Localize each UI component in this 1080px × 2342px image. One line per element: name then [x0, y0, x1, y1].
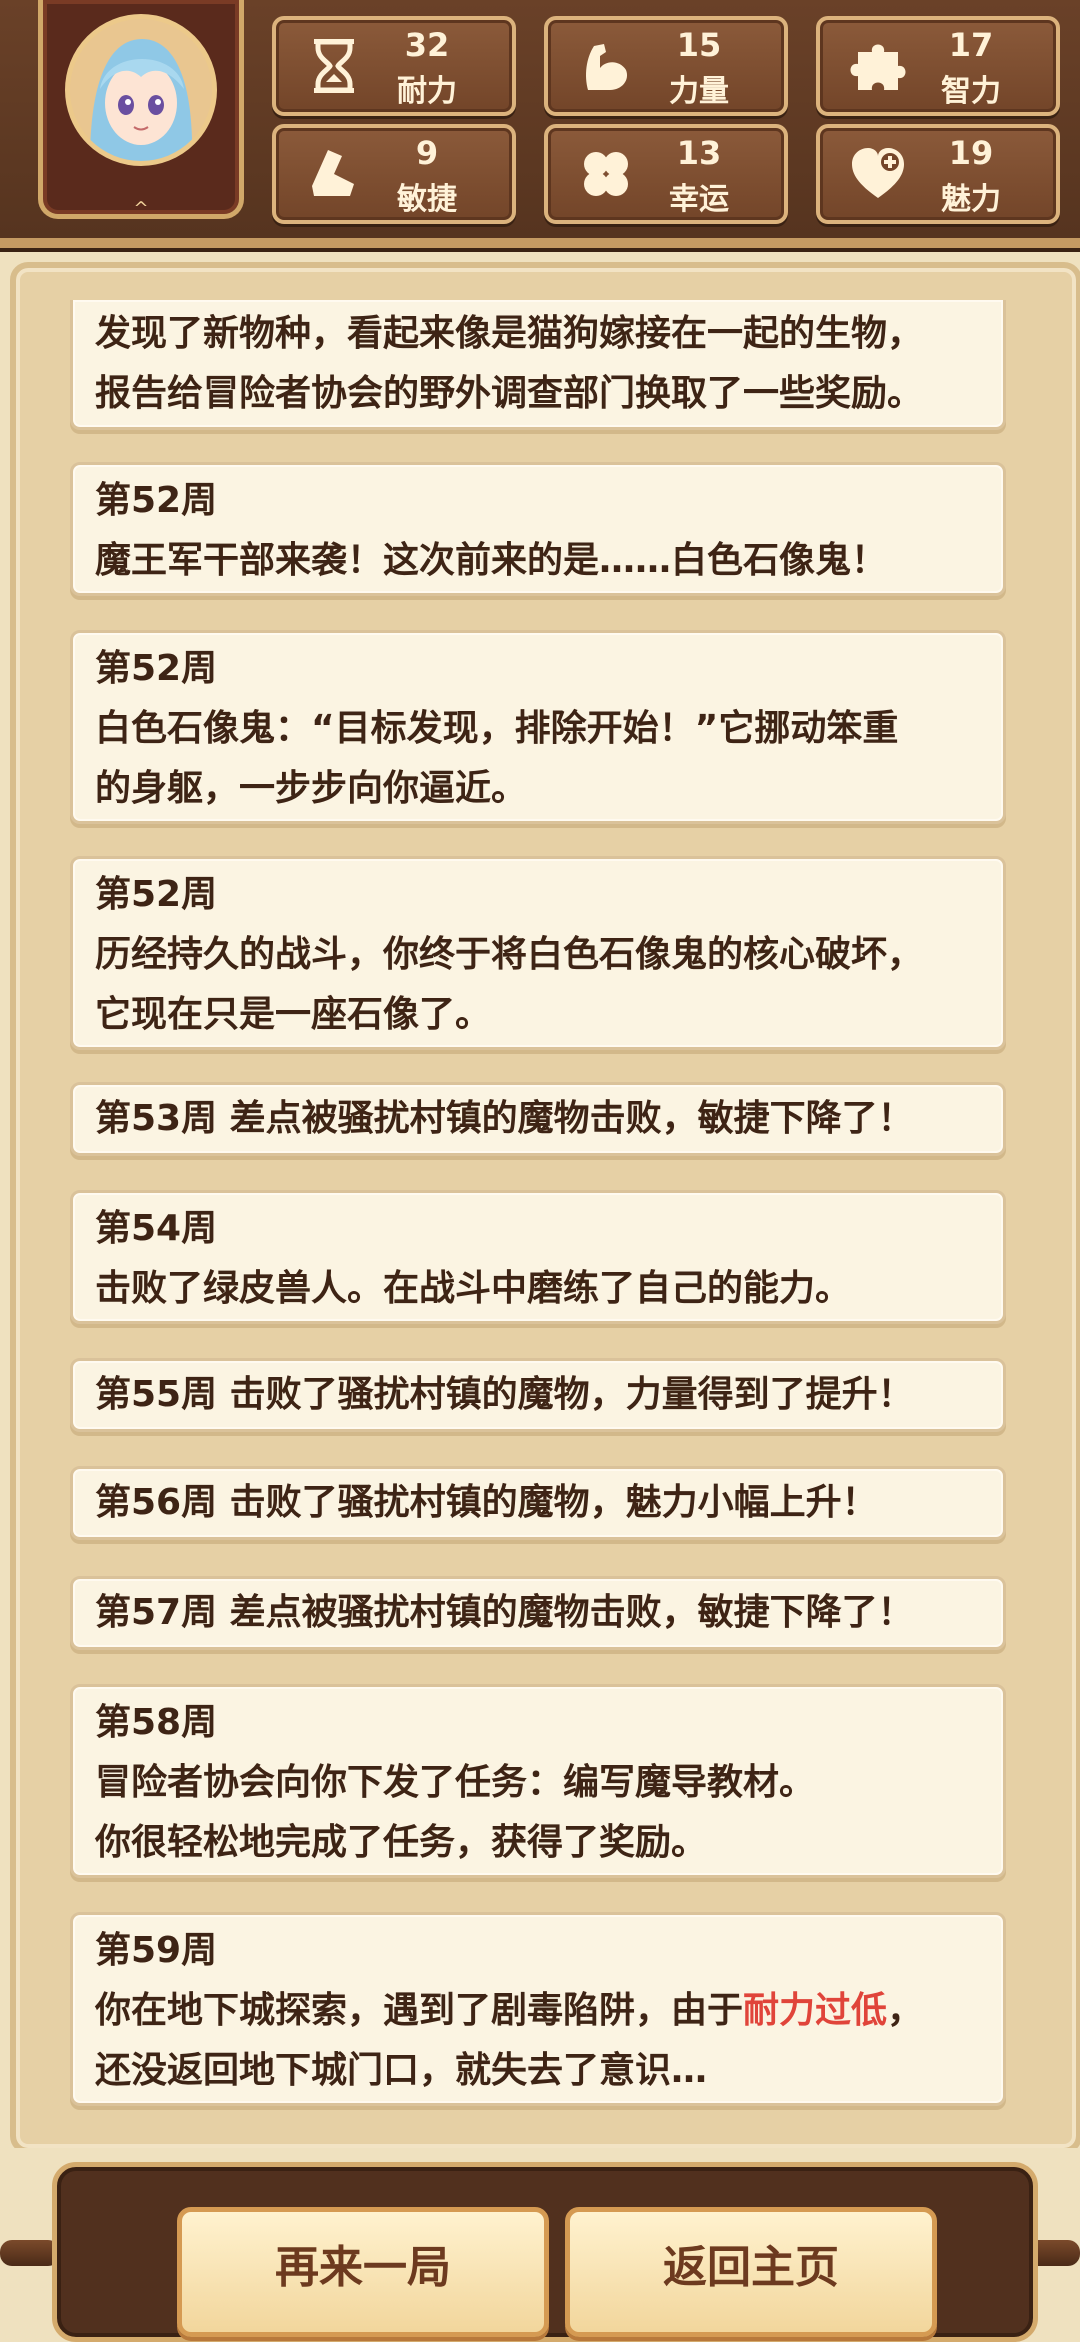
log-text: 还没返回地下城门口，就失去了意识…	[95, 2050, 708, 2091]
log-entry: 第52周 白色石像鬼：“目标发现，排除开始！”它挪动笨重 的身躯，一步步向你逼近…	[70, 630, 1006, 824]
log-text-part: 你在地下城探索，遇到了剧毒陷阱，由于	[95, 1990, 744, 2031]
log-text: 第57周 差点被骚扰村镇的魔物击败，敏捷下降了！	[95, 1592, 914, 1633]
log-text: 第55周 击败了骚扰村镇的魔物，力量得到了提升！	[95, 1374, 914, 1415]
log-text: 第53周 差点被骚扰村镇的魔物击败，敏捷下降了！	[95, 1098, 914, 1139]
log-week: 第52周	[95, 874, 218, 915]
scroll-rod-left	[0, 2240, 60, 2266]
log-text: 的身躯，一步步向你逼近。	[95, 768, 528, 809]
log-entry: 第52周 魔王军干部来袭！这次前来的是……白色石像鬼！	[70, 462, 1006, 596]
log-entry: 第54周 击败了绿皮兽人。在战斗中磨练了自己的能力。	[70, 1190, 1006, 1324]
log-text: 冒险者协会向你下发了任务：编写魔导教材。	[95, 1762, 816, 1803]
log-week: 第52周	[95, 648, 218, 689]
log-text: 它现在只是一座石像了。	[95, 994, 492, 1035]
log-week: 第54周	[95, 1208, 218, 1249]
log-entry: 第52周 历经持久的战斗，你终于将白色石像鬼的核心破坏， 它现在只是一座石像了。	[70, 856, 1006, 1050]
log-text: 历经持久的战斗，你终于将白色石像鬼的核心破坏，	[95, 934, 924, 975]
log-text: 魔王军干部来袭！这次前来的是……白色石像鬼！	[95, 540, 888, 581]
log-week: 第58周	[95, 1702, 218, 1743]
log-entry: 第56周 击败了骚扰村镇的魔物，魅力小幅上升！	[70, 1466, 1006, 1540]
log-entry: 第53周 差点被骚扰村镇的魔物击败，敏捷下降了！	[70, 1082, 1006, 1156]
log-entry: 发现了新物种，看起来像是猫狗嫁接在一起的生物， 报告给冒险者协会的野外调查部门换…	[70, 300, 1006, 430]
log-entry: 第58周 冒险者协会向你下发了任务：编写魔导教材。 你很轻松地完成了任务，获得了…	[70, 1684, 1006, 1878]
footer: 再来一局 返回主页	[0, 2148, 1080, 2342]
log-highlight: 耐力过低	[743, 1990, 888, 2031]
home-button[interactable]: 返回主页	[565, 2207, 937, 2337]
log-text: 击败了绿皮兽人。在战斗中磨练了自己的能力。	[95, 1268, 852, 1309]
log-text: 你很轻松地完成了任务，获得了奖励。	[95, 1822, 708, 1863]
log-text: 发现了新物种，看起来像是猫狗嫁接在一起的生物，	[95, 313, 924, 354]
log-text: 报告给冒险者协会的野外调查部门换取了一些奖励。	[95, 373, 924, 414]
replay-button[interactable]: 再来一局	[177, 2207, 549, 2337]
log-text: 第56周 击败了骚扰村镇的魔物，魅力小幅上升！	[95, 1482, 878, 1523]
log-text-part: ，	[887, 1990, 924, 2031]
log-text: 白色石像鬼：“目标发现，排除开始！”它挪动笨重	[95, 708, 899, 749]
log-text: 你在地下城探索，遇到了剧毒陷阱，由于耐力过低，	[95, 1981, 1003, 2041]
log-entry: 第55周 击败了骚扰村镇的魔物，力量得到了提升！	[70, 1358, 1006, 1432]
log-entry: 第57周 差点被骚扰村镇的魔物击败，敏捷下降了！	[70, 1576, 1006, 1650]
log-week: 第52周	[95, 480, 218, 521]
event-log-list[interactable]: 发现了新物种，看起来像是猫狗嫁接在一起的生物， 报告给冒险者协会的野外调查部门换…	[0, 0, 1080, 2160]
log-week: 第59周	[95, 1930, 218, 1971]
footer-bar: 再来一局 返回主页	[52, 2162, 1038, 2342]
log-entry: 第59周 你在地下城探索，遇到了剧毒陷阱，由于耐力过低， 还没返回地下城门口，就…	[70, 1912, 1006, 2106]
